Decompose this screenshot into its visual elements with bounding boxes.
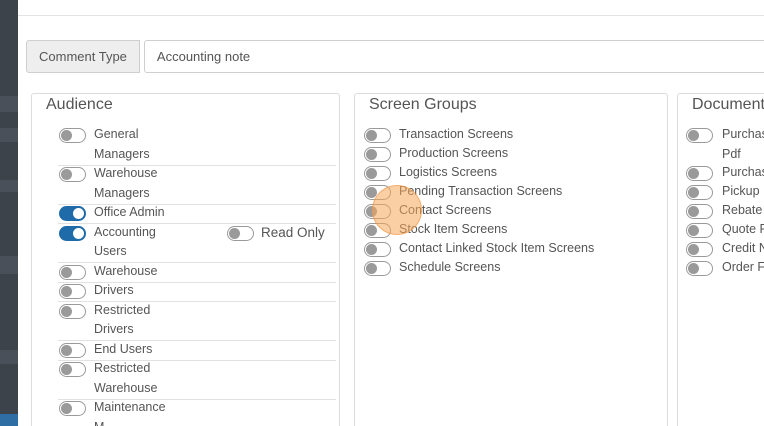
- read-only-label: Read Only: [261, 224, 325, 240]
- screen-group-label: Contact Screens: [399, 203, 492, 217]
- audience-label: MaintenanceM: [94, 400, 166, 426]
- document-label: Purchas: [722, 165, 764, 179]
- audience-label: Drivers: [94, 283, 134, 297]
- screen-group-toggle[interactable]: [364, 261, 391, 276]
- document-label: Quote F: [722, 222, 764, 236]
- audience-label: End Users: [94, 341, 153, 356]
- screen-group-toggle[interactable]: [364, 223, 391, 238]
- document-toggle[interactable]: [686, 185, 713, 200]
- document-label: Credit N: [722, 241, 764, 255]
- documents-title: Document: [692, 96, 764, 113]
- document-toggle[interactable]: [686, 166, 713, 181]
- audience-toggle[interactable]: [59, 206, 86, 221]
- document-toggle[interactable]: [686, 128, 713, 143]
- audience-label: Warehouse: [94, 263, 158, 278]
- documents-panel: Document Purchas Pdf Purchas Pickup I Rebate…: [677, 93, 764, 426]
- audience-label: Restricted Drivers: [94, 302, 151, 337]
- background-app-strip: [0, 0, 18, 426]
- screen-group-toggle[interactable]: [364, 128, 391, 143]
- comment-type-row: Comment Type Accounting note: [26, 40, 764, 73]
- screen-group-label: Schedule Screens: [399, 260, 501, 274]
- screen-group-label: Contact Linked Stock Item Screens: [399, 241, 595, 255]
- audience-label: Accounting Users: [94, 224, 156, 259]
- audience-toggle[interactable]: [59, 225, 86, 241]
- document-toggle[interactable]: [686, 223, 713, 238]
- document-toggle[interactable]: [686, 204, 713, 219]
- audience-toggle[interactable]: [59, 264, 86, 280]
- audience-toggle[interactable]: [59, 362, 86, 377]
- comment-modal: Comment Type Accounting note Audience Ge…: [18, 0, 764, 426]
- screen-group-toggle[interactable]: [364, 204, 391, 219]
- screen-group-toggle[interactable]: [364, 185, 391, 200]
- audience-title: Audience: [46, 96, 113, 113]
- screen-group-label: Transaction Screens: [399, 127, 514, 141]
- screen-group-toggle[interactable]: [364, 166, 391, 181]
- screen-groups-title: Screen Groups: [369, 96, 477, 113]
- modal-header: [18, 0, 764, 16]
- screen-group-label: Pending Transaction Screens: [399, 184, 563, 198]
- comment-type-label: Comment Type: [26, 40, 140, 73]
- audience-toggle[interactable]: [59, 303, 86, 319]
- audience-label: Office Admin: [94, 205, 165, 219]
- document-label: Purchas Pdf: [722, 127, 764, 161]
- screen-group-label: Production Screens: [399, 146, 509, 160]
- screen-group-label: Logistics Screens: [399, 165, 497, 179]
- audience-toggle[interactable]: [59, 167, 86, 182]
- audience-toggle[interactable]: [59, 128, 86, 143]
- audience-toggle[interactable]: [59, 342, 86, 358]
- comment-type-field[interactable]: Accounting note: [143, 40, 764, 73]
- document-label: Rebate: [722, 203, 763, 217]
- audience-label: Restricted Warehouse: [94, 361, 158, 395]
- audience-label: General Managers: [94, 127, 150, 161]
- screen-groups-panel: Screen Groups Transaction Screens Product…: [354, 93, 668, 426]
- screen-group-label: Stock Item Screens: [399, 222, 508, 236]
- document-label: Pickup I: [722, 184, 764, 198]
- audience-toggle[interactable]: [59, 284, 86, 299]
- screen-group-toggle[interactable]: [364, 242, 391, 257]
- audience-panel: Audience General Managers Warehouse Manager…: [31, 93, 340, 426]
- document-label: Order F: [722, 260, 764, 274]
- screen-group-toggle[interactable]: [364, 147, 391, 162]
- read-only-toggle[interactable]: [227, 225, 254, 241]
- audience-toggle[interactable]: [59, 401, 86, 416]
- document-toggle[interactable]: [686, 242, 713, 257]
- audience-label: Warehouse Managers: [94, 166, 158, 200]
- document-toggle[interactable]: [686, 261, 713, 276]
